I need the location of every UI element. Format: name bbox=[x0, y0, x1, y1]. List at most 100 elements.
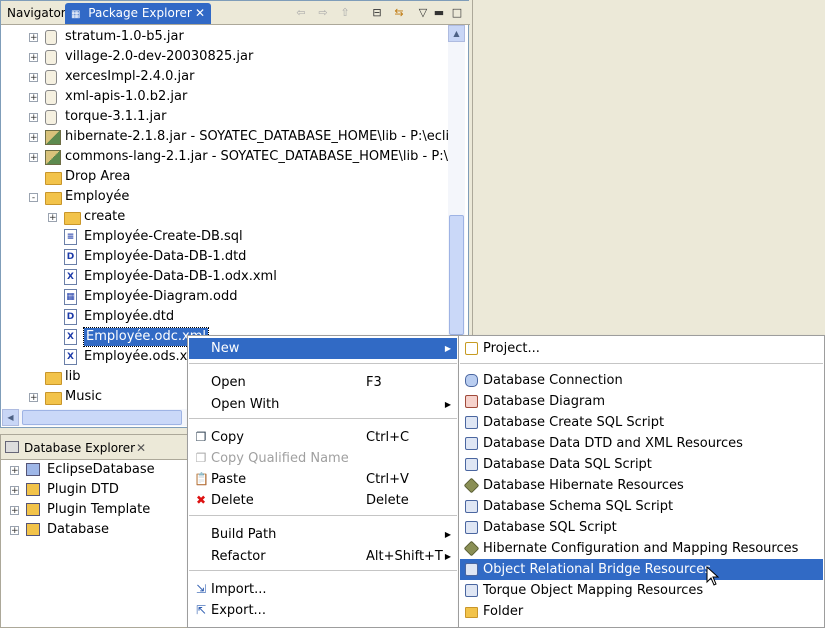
close-icon[interactable]: ✕ bbox=[195, 3, 205, 23]
menu-item-label: Object Relational Bridge Resources bbox=[483, 562, 712, 577]
menu-item-project[interactable]: Project... bbox=[460, 338, 823, 359]
scroll-thumb[interactable] bbox=[449, 215, 464, 335]
menu-item-open[interactable]: Open F3 bbox=[189, 372, 457, 393]
tab-navigator[interactable]: Navigator bbox=[3, 3, 66, 24]
expand-toggle-icon[interactable]: + bbox=[10, 506, 19, 516]
back-arrow-icon[interactable]: ⇦ bbox=[293, 6, 309, 20]
menu-item-database-diagram[interactable]: Database Diagram bbox=[460, 391, 823, 412]
tree-item-label: stratum-1.0-b5.jar bbox=[65, 29, 184, 44]
expand-toggle-icon[interactable]: + bbox=[29, 33, 38, 43]
tree-item[interactable]: + stratum-1.0-b5.jar bbox=[2, 27, 448, 47]
menu-item-open-with[interactable]: Open With ▶ bbox=[189, 394, 457, 415]
menu-item-shortcut: Ctrl+V bbox=[366, 472, 409, 487]
menu-item-database-create-sql-script[interactable]: Database Create SQL Script bbox=[460, 412, 823, 433]
expand-toggle-icon[interactable]: + bbox=[29, 393, 38, 403]
folder-icon bbox=[45, 392, 62, 405]
expand-toggle-icon[interactable]: + bbox=[29, 113, 38, 123]
tree-item[interactable]: + Database bbox=[1, 520, 189, 540]
tab-package-explorer[interactable]: ▦ Package Explorer ✕ bbox=[65, 3, 211, 24]
close-icon[interactable]: ✕ bbox=[136, 438, 146, 458]
maximize-icon[interactable]: □ bbox=[449, 6, 465, 20]
menu-item-hibernate-configuration-and-mapping-resources[interactable]: Hibernate Configuration and Mapping Reso… bbox=[460, 538, 823, 559]
menu-separator bbox=[189, 515, 457, 516]
menu-item-delete[interactable]: ✖ Delete Delete bbox=[189, 490, 457, 511]
menu-item-database-connection[interactable]: Database Connection bbox=[460, 370, 823, 391]
menu-item-paste[interactable]: 📋 Paste Ctrl+V bbox=[189, 469, 457, 490]
menu-separator bbox=[189, 570, 457, 571]
expand-toggle-icon[interactable]: + bbox=[29, 153, 38, 163]
menu-item-label: Database Create SQL Script bbox=[483, 415, 665, 430]
menu-item-label: Copy bbox=[211, 430, 244, 445]
menu-item-database-sql-script[interactable]: Database SQL Script bbox=[460, 517, 823, 538]
menu-item-database-schema-sql-script[interactable]: Database Schema SQL Script bbox=[460, 496, 823, 517]
tree-item-label: Employée-Data-DB-1.dtd bbox=[84, 249, 247, 264]
minimize-icon[interactable]: ▬ bbox=[431, 6, 447, 20]
collapse-all-icon[interactable]: ⊟ bbox=[369, 6, 385, 20]
tree-item[interactable]: + village-2.0-dev-20030825.jar bbox=[2, 47, 448, 67]
menu-item-build-path[interactable]: Build Path ▶ bbox=[189, 524, 457, 545]
xml-file-icon: X bbox=[64, 349, 77, 365]
forward-arrow-icon[interactable]: ⇨ bbox=[315, 6, 331, 20]
menu-item-refactor[interactable]: Refactor Alt+Shift+T ▶ bbox=[189, 546, 457, 567]
tree-item[interactable]: + EclipseDatabase bbox=[1, 460, 189, 480]
expand-toggle-icon[interactable]: + bbox=[48, 213, 57, 223]
tree-item[interactable]: + create bbox=[2, 207, 448, 227]
tree-item[interactable]: Drop Area bbox=[2, 167, 448, 187]
jar-icon bbox=[45, 110, 57, 125]
menu-item-database-data-sql-script[interactable]: Database Data SQL Script bbox=[460, 454, 823, 475]
tree-item[interactable]: + xercesImpl-2.4.0.jar bbox=[2, 67, 448, 87]
menu-item-copy[interactable]: ❐ Copy Ctrl+C bbox=[189, 427, 457, 448]
tree-item[interactable]: ▦ Employée-Diagram.odd bbox=[2, 287, 448, 307]
scroll-left-icon[interactable]: ◀ bbox=[2, 409, 19, 426]
folder-icon bbox=[26, 523, 40, 536]
tree-item[interactable]: ≡ Employée-Create-DB.sql bbox=[2, 227, 448, 247]
folder-icon bbox=[45, 372, 62, 385]
tree-item[interactable]: + hibernate-2.1.8.jar - SOYATEC_DATABASE_… bbox=[2, 127, 448, 147]
menu-item-folder[interactable]: Folder bbox=[460, 601, 823, 622]
tree-item[interactable]: + Plugin Template bbox=[1, 500, 189, 520]
tree-item[interactable]: + Plugin DTD bbox=[1, 480, 189, 500]
tree-item[interactable]: - Employée bbox=[2, 187, 448, 207]
expand-toggle-icon[interactable]: + bbox=[10, 466, 19, 476]
expand-toggle-icon[interactable]: + bbox=[29, 53, 38, 63]
view-tab-bar: Navigator ▦ Package Explorer ✕ ⇦ ⇨ ⇧ ⊟ ⇆… bbox=[1, 1, 470, 25]
submenu-arrow-icon: ▶ bbox=[444, 400, 451, 409]
expand-toggle-icon[interactable]: + bbox=[10, 486, 19, 496]
menu-item-export[interactable]: ⇱ Export... bbox=[189, 600, 457, 621]
tree-item[interactable]: + commons-lang-2.1.jar - SOYATEC_DATABASE… bbox=[2, 147, 448, 167]
expand-toggle-icon[interactable]: + bbox=[29, 133, 38, 143]
up-folder-icon[interactable]: ⇧ bbox=[337, 6, 353, 20]
tab-database-explorer[interactable]: Database Explorer bbox=[24, 438, 135, 458]
database-tree: + EclipseDatabase + Plugin DTD + Plugin Templ… bbox=[1, 459, 189, 627]
tree-item-label: commons-lang-2.1.jar - SOYATEC_DATABASE_… bbox=[65, 149, 448, 164]
scroll-thumb-horizontal[interactable] bbox=[22, 410, 182, 425]
tree-item-label: Plugin DTD bbox=[47, 482, 119, 497]
collapse-toggle-icon[interactable]: - bbox=[29, 193, 38, 203]
menu-item-label: Project... bbox=[483, 341, 540, 356]
link-with-editor-icon[interactable]: ⇆ bbox=[391, 6, 407, 20]
tree-item[interactable]: D Employée-Data-DB-1.dtd bbox=[2, 247, 448, 267]
tree-item-label: Employée bbox=[65, 189, 130, 204]
tree-item[interactable]: D Employée.dtd bbox=[2, 307, 448, 327]
menu-item-torque-object-mapping-resources[interactable]: Torque Object Mapping Resources bbox=[460, 580, 823, 601]
expand-toggle-icon[interactable]: + bbox=[10, 526, 19, 536]
database-connection-icon bbox=[465, 374, 478, 387]
tree-item[interactable]: X Employée-Data-DB-1.odx.xml bbox=[2, 267, 448, 287]
scroll-up-icon[interactable]: ▲ bbox=[448, 25, 465, 42]
menu-item-database-data-dtd-and-xml-resources[interactable]: Database Data DTD and XML Resources bbox=[460, 433, 823, 454]
menu-item-import[interactable]: ⇲ Import... bbox=[189, 579, 457, 600]
sql-script-icon bbox=[465, 500, 478, 513]
view-menu-icon[interactable]: ▽ bbox=[415, 6, 431, 20]
menu-item-copy-qualified-name: ❐ Copy Qualified Name bbox=[189, 448, 457, 469]
expand-toggle-icon[interactable]: + bbox=[29, 93, 38, 103]
submenu-arrow-icon: ▶ bbox=[444, 530, 451, 539]
tree-item[interactable]: + xml-apis-1.0.b2.jar bbox=[2, 87, 448, 107]
menu-item-object-relational-bridge-resources[interactable]: Object Relational Bridge Resources bbox=[460, 559, 823, 580]
menu-item-label: Database Hibernate Resources bbox=[483, 478, 684, 493]
expand-toggle-icon[interactable]: + bbox=[29, 73, 38, 83]
menu-item-new[interactable]: New ▶ bbox=[189, 338, 457, 359]
torque-icon bbox=[465, 584, 478, 597]
menu-item-database-hibernate-resources[interactable]: Database Hibernate Resources bbox=[460, 475, 823, 496]
tree-item-label: Employée-Diagram.odd bbox=[84, 289, 238, 304]
tree-item[interactable]: + torque-3.1.1.jar bbox=[2, 107, 448, 127]
